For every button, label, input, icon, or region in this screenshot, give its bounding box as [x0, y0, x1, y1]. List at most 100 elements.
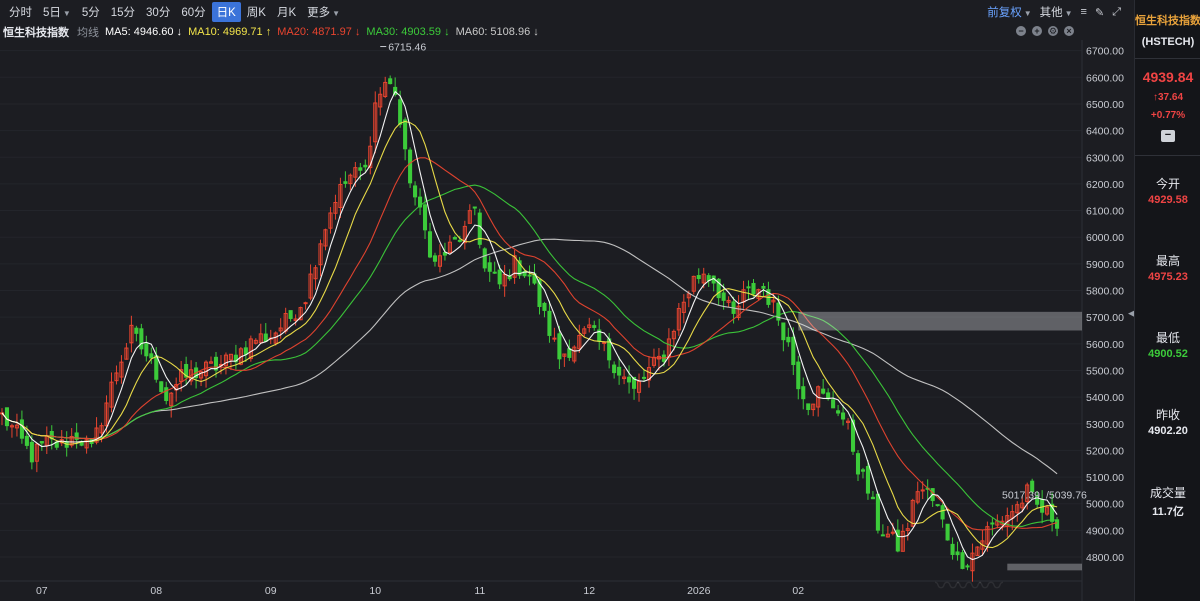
chevron-down-icon: ▼: [62, 9, 71, 18]
y-tick-label: 6500.00: [1086, 99, 1124, 111]
candle-body: [4, 407, 10, 427]
candle-body: [721, 292, 726, 301]
candle-body: [457, 239, 462, 242]
candle-body: [801, 386, 806, 400]
candle-body: [164, 387, 169, 402]
x-tick-label: 07: [36, 585, 48, 597]
candle-body: [427, 231, 433, 258]
ma10-line: [1, 120, 1058, 549]
candle-body: [24, 435, 29, 446]
candle-body: [836, 410, 841, 414]
candle-body: [781, 322, 786, 341]
volume-block: 成交量 11.7亿: [1135, 484, 1200, 519]
y-tick-label: 6300.00: [1086, 152, 1124, 164]
minus-circle-icon[interactable]: −: [1016, 26, 1026, 36]
x-tick-label: 10: [369, 585, 381, 597]
tab-5day[interactable]: 5日 ▼: [38, 2, 76, 22]
candle-body: [413, 185, 418, 198]
candle-body: [79, 441, 84, 446]
candle-body: [592, 325, 597, 328]
y-tick-label: 5100.00: [1086, 472, 1124, 484]
tab-60min[interactable]: 60分: [176, 2, 210, 22]
candle-body: [935, 504, 940, 507]
tab-weekly-k[interactable]: 周K: [242, 2, 271, 22]
price-change-pct: +0.77%: [1150, 110, 1186, 121]
candle-body: [612, 364, 617, 374]
candle-body: [865, 466, 870, 494]
tab-monthly-k[interactable]: 月K: [272, 2, 301, 22]
y-tick-label: 5400.00: [1086, 392, 1124, 404]
expand-icon[interactable]: ⤢: [1112, 6, 1121, 19]
adjust-label: 前复权: [987, 7, 1022, 19]
candle-body: [841, 412, 846, 420]
candle-body: [880, 534, 885, 537]
close-circle-icon[interactable]: ×: [1064, 26, 1074, 36]
candle-body: [796, 361, 801, 390]
candle-body: [870, 496, 875, 500]
candle-body: [821, 388, 826, 394]
tab-15min[interactable]: 15分: [106, 2, 140, 22]
divider: [1135, 155, 1200, 156]
candlestick-chart[interactable]: 4800.00 4900.00 5000.00 5100.00 5200.00 5300.…: [0, 40, 1128, 601]
volume-label: 成交量: [1149, 486, 1186, 500]
tab-daily-k[interactable]: 日K: [211, 2, 241, 22]
x-tick-label: 12: [583, 585, 595, 597]
candle-body: [358, 167, 363, 171]
ma-toggle[interactable]: 均线: [77, 24, 99, 40]
gear-icon[interactable]: ⚙: [1048, 26, 1058, 36]
chevron-down-icon: ▼: [1064, 9, 1073, 18]
candle-body: [492, 271, 497, 274]
ma30-value: MA30: 4903.59 ↓: [366, 26, 450, 38]
candle-body: [806, 403, 811, 411]
candle-body: [557, 333, 562, 360]
y-tick-label: 5900.00: [1086, 259, 1124, 271]
candle-body: [831, 399, 836, 409]
y-tick-label: 6400.00: [1086, 126, 1124, 138]
tab-30min[interactable]: 30分: [141, 2, 175, 22]
x-tick-label: 09: [265, 585, 277, 597]
candle-body: [149, 353, 154, 359]
more-menu[interactable]: 更多 ▼: [302, 2, 345, 22]
chevron-down-icon: ▼: [332, 9, 341, 18]
candle-body: [1055, 519, 1060, 529]
prev-close-value: 4902.20: [1148, 425, 1188, 437]
ma5-value: MA5: 4946.60 ↓: [105, 26, 183, 38]
candle-body: [627, 376, 632, 383]
plus-circle-icon[interactable]: +: [1032, 26, 1042, 36]
candle-body: [452, 236, 457, 240]
panel-code: (HSTECH): [1141, 36, 1195, 48]
candle-body: [940, 505, 945, 520]
candle-body: [343, 181, 348, 184]
candle-body: [303, 302, 308, 305]
candle-body: [950, 543, 955, 555]
tab-5min[interactable]: 5分: [77, 2, 105, 22]
y-tick-label: 5700.00: [1086, 312, 1124, 324]
panel-title: 恒生科技指数: [1135, 15, 1200, 27]
quote-panel: 恒生科技指数 (HSTECH) 4939.84 ↑37.64 +0.77% − …: [1134, 0, 1200, 601]
y-tick-label: 6100.00: [1086, 206, 1124, 218]
candle-body: [751, 282, 756, 295]
more-menu-label: 更多: [307, 7, 331, 19]
adjust-dropdown[interactable]: 前复权 ▼: [987, 4, 1031, 20]
legend-tools: − + ⚙ ×: [1016, 26, 1074, 36]
gap-band-lower: [1007, 563, 1082, 571]
candle-body: [945, 523, 950, 541]
collapse-button[interactable]: −: [1161, 130, 1175, 142]
y-tick-label: 5000.00: [1086, 499, 1124, 511]
settings-icon[interactable]: ≡: [1081, 6, 1087, 18]
candle-body: [791, 336, 796, 366]
candle-body: [990, 522, 995, 525]
tab-intraday[interactable]: 分时: [4, 2, 37, 22]
open-value: 4929.58: [1148, 194, 1188, 206]
toolbar-right: 前复权 ▼ 其他 ▼ ≡ ✎ ⤢: [987, 4, 1121, 20]
y-tick-label: 5800.00: [1086, 286, 1124, 298]
chevron-down-icon: ▼: [1023, 9, 1032, 18]
y-tick-label: 6200.00: [1086, 179, 1124, 191]
ma-legend: 恒生科技指数 均线 MA5: 4946.60 ↓ MA10: 4969.71 ↑…: [0, 24, 1080, 40]
edit-icon[interactable]: ✎: [1095, 6, 1104, 19]
candle-body: [855, 453, 861, 475]
candle-body: [422, 204, 428, 231]
high-value: 4975.23: [1148, 271, 1188, 283]
candle-body: [243, 347, 248, 355]
other-dropdown[interactable]: 其他 ▼: [1040, 4, 1073, 20]
